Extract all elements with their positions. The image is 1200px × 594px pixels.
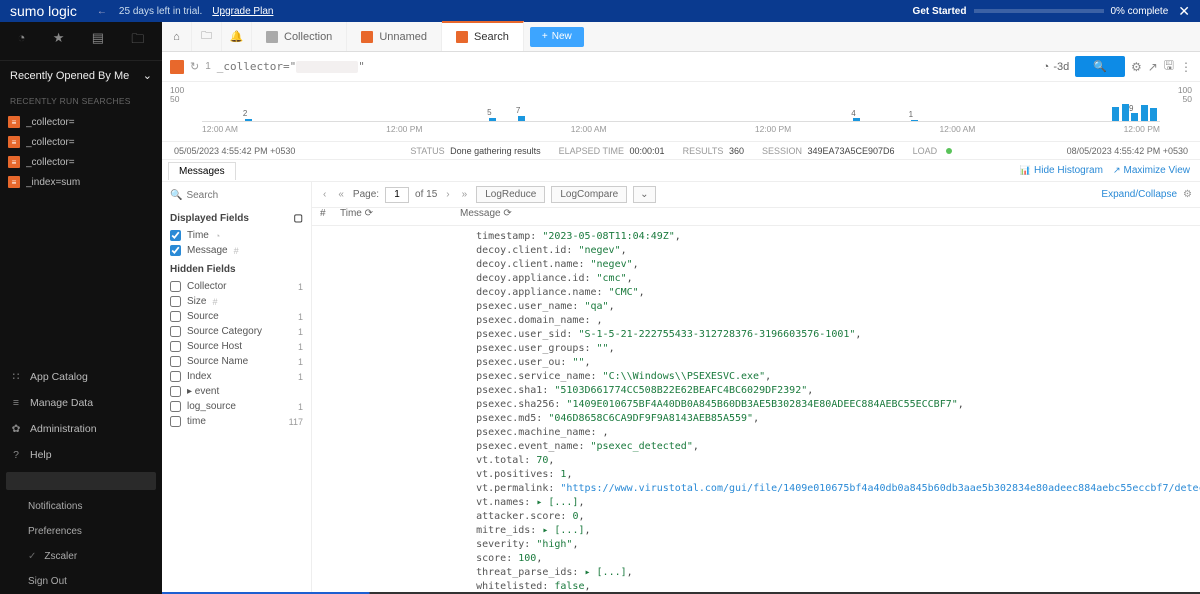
back-icon[interactable]: ←: [97, 6, 107, 17]
hide-histogram-link[interactable]: 📊Hide Histogram: [1020, 165, 1103, 176]
settings-icon[interactable]: ⚙: [1131, 60, 1142, 74]
notifications-link[interactable]: Notifications: [0, 494, 162, 519]
page-input[interactable]: [385, 187, 409, 203]
field-row[interactable]: Source Category1: [170, 324, 303, 339]
clock-icon[interactable]: ◔: [18, 30, 26, 52]
app-catalog-link[interactable]: ∷App Catalog: [0, 364, 162, 390]
collapse-icon[interactable]: ▢: [294, 213, 303, 224]
col-time[interactable]: Time ⟳: [340, 208, 460, 225]
tab-collection[interactable]: Collection: [252, 22, 347, 51]
query-line-num: 1: [205, 61, 211, 72]
range-end: 08/05/2023 4:55:42 PM +0530: [1067, 146, 1188, 156]
field-row[interactable]: log_source1: [170, 399, 303, 414]
fields-panel: 🔍 Displayed Fields▢ Time◔ Message# Hidde…: [162, 182, 312, 594]
new-tab-button[interactable]: +New: [530, 27, 584, 47]
search-item-icon: [456, 31, 468, 43]
page-prev-icon[interactable]: «: [335, 189, 347, 200]
recent-search-item[interactable]: ≡_collector=: [0, 112, 162, 132]
field-row[interactable]: time117: [170, 414, 303, 429]
expand-collapse-link[interactable]: Expand/Collapse: [1101, 189, 1177, 200]
brand-logo: sumo logic: [10, 3, 77, 19]
field-row[interactable]: Collector1: [170, 279, 303, 294]
messages-tab[interactable]: Messages: [168, 162, 236, 180]
results-settings-icon[interactable]: ⚙: [1183, 189, 1192, 200]
field-row[interactable]: Message#: [170, 243, 303, 258]
administration-link[interactable]: ✿Administration: [0, 416, 162, 442]
help-link[interactable]: ?Help: [0, 442, 162, 468]
left-nav: ◔ ★ ▤ 🗀 Recently Opened By Me⌄ RECENTLY …: [0, 22, 162, 594]
load-indicator: [946, 148, 952, 154]
search-item-icon: [361, 31, 373, 43]
field-row[interactable]: Size#: [170, 294, 303, 309]
close-icon[interactable]: ✕: [1178, 3, 1190, 20]
field-row[interactable]: Source Host1: [170, 339, 303, 354]
more-icon[interactable]: ⋮: [1180, 60, 1192, 74]
history-icon[interactable]: ↻: [190, 60, 199, 73]
recently-opened-section[interactable]: Recently Opened By Me⌄: [0, 61, 162, 90]
logreduce-button[interactable]: LogReduce: [476, 186, 545, 203]
manage-data-link[interactable]: ≡Manage Data: [0, 390, 162, 416]
preferences-link[interactable]: Preferences: [0, 519, 162, 544]
recent-search-item[interactable]: ≡_index=sum: [0, 172, 162, 192]
page-next-icon[interactable]: ›: [443, 189, 452, 200]
field-row[interactable]: Source Name1: [170, 354, 303, 369]
page-last-icon[interactable]: »: [459, 189, 471, 200]
maximize-view-link[interactable]: ↗Maximize View: [1113, 165, 1190, 176]
field-row[interactable]: Source1: [170, 309, 303, 324]
field-row[interactable]: ▸ event: [170, 384, 303, 399]
folder-icon[interactable]: 🗀: [131, 30, 144, 52]
save-icon[interactable]: 🖫: [1164, 56, 1174, 77]
home-icon[interactable]: ⌂: [162, 22, 192, 51]
logcompare-button[interactable]: LogCompare: [551, 186, 627, 203]
time-range-picker[interactable]: ◔ -3d: [1043, 61, 1070, 73]
folder-tab-icon[interactable]: 🗀: [192, 22, 222, 51]
field-row[interactable]: Time◔: [170, 228, 303, 243]
field-row[interactable]: Index1: [170, 369, 303, 384]
query-icon: [170, 60, 184, 74]
get-started-button[interactable]: Get Started: [913, 6, 967, 17]
user-bar[interactable]: [6, 472, 156, 490]
histogram[interactable]: 10050 10050 2 5 7 4 1 9 12:00 AM12:00 PM…: [162, 82, 1200, 142]
logcompare-dropdown[interactable]: ⌄: [633, 186, 655, 203]
search-icon: 🔍: [170, 190, 182, 201]
progress-bar: [974, 9, 1104, 13]
library-icon[interactable]: ▤: [92, 30, 104, 52]
tab-search[interactable]: Search: [442, 21, 524, 51]
tab-unnamed[interactable]: Unnamed: [347, 22, 442, 51]
page-first-icon[interactable]: ‹: [320, 189, 329, 200]
star-icon[interactable]: ★: [53, 30, 65, 52]
fields-search-input[interactable]: [186, 190, 312, 201]
bell-icon[interactable]: 🔔: [222, 22, 252, 51]
query-input[interactable]: _collector="": [217, 60, 365, 73]
zscaler-link[interactable]: ✓ Zscaler: [0, 544, 162, 569]
range-start: 05/05/2023 4:55:42 PM +0530: [174, 146, 295, 156]
upgrade-link[interactable]: Upgrade Plan: [212, 6, 273, 17]
recent-search-item[interactable]: ≡_collector=: [0, 132, 162, 152]
share-icon[interactable]: ↗: [1148, 60, 1158, 74]
grid-icon: [266, 31, 278, 43]
run-search-button[interactable]: 🔍: [1075, 56, 1125, 77]
message-body[interactable]: timestamp: "2023-05-08T11:04:49Z", decoy…: [312, 226, 1200, 594]
plus-icon: +: [542, 31, 548, 42]
trial-text: 25 days left in trial.: [119, 6, 202, 17]
recent-search-item[interactable]: ≡_collector=: [0, 152, 162, 172]
col-num[interactable]: #: [312, 208, 340, 225]
col-message[interactable]: Message ⟳: [460, 208, 1200, 225]
progress-pct: 0% complete: [1110, 6, 1168, 17]
sign-out-link[interactable]: Sign Out: [0, 569, 162, 594]
recently-run-heading: RECENTLY RUN SEARCHES: [0, 90, 162, 112]
